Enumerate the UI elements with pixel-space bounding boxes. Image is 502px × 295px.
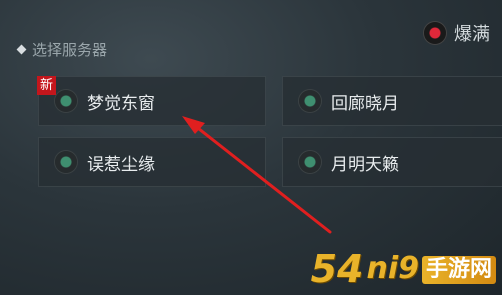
site-watermark: 54 ni9 手游网 (311, 249, 496, 289)
watermark-text: 手游网 (421, 256, 496, 284)
watermark-glyphs: ni9 (366, 251, 419, 286)
arrow-shaft (192, 123, 332, 234)
watermark-number: 54 (310, 247, 364, 291)
